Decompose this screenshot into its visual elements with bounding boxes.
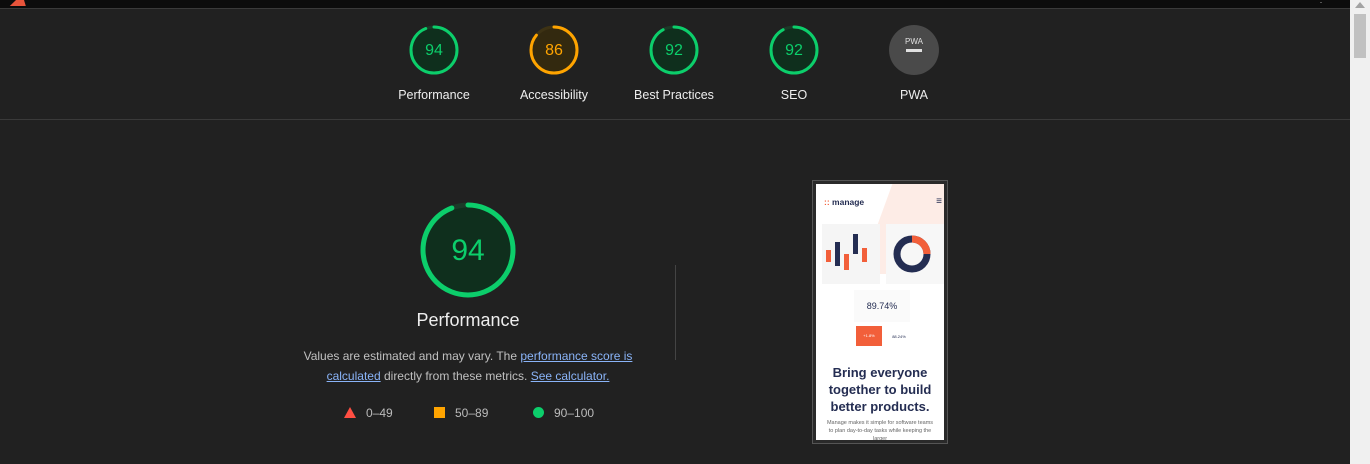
- legend-label: 50–89: [455, 406, 489, 420]
- gauge-ring: 92: [649, 25, 699, 75]
- gauge-ring: 94: [409, 25, 459, 75]
- square-icon: [434, 407, 445, 418]
- triangle-icon: [344, 407, 356, 418]
- gauge-score: 92: [785, 42, 803, 59]
- category-gauges: 94 Performance 86 Accessibility 92 Best …: [0, 9, 1350, 120]
- big-gauge-score: 94: [451, 234, 484, 267]
- gauge-label: PWA: [899, 88, 928, 102]
- big-gauge: 94: [420, 202, 516, 298]
- desc-text: Values are estimated and may vary. The: [303, 349, 521, 363]
- legend-fail: 0–49: [344, 406, 393, 420]
- scroll-up-icon[interactable]: [1355, 2, 1365, 8]
- hero-headline: Bring everyone together to build better …: [828, 365, 932, 414]
- gauge-accessibility[interactable]: 86 Accessibility: [494, 24, 614, 102]
- performance-summary: 94 Performance: [300, 200, 636, 331]
- stat-badge: +1.8%: [856, 326, 882, 346]
- pwa-badge-text: PWA: [905, 37, 924, 46]
- gauge-pwa[interactable]: PWA PWA: [854, 24, 974, 102]
- scrollbar-thumb[interactable]: [1354, 14, 1366, 58]
- see-calculator-link[interactable]: See calculator.: [531, 369, 610, 383]
- gauge-label: Accessibility: [519, 88, 589, 102]
- scrollbar[interactable]: [1350, 0, 1370, 464]
- hero-subtext: Manage makes it simple for software team…: [826, 420, 934, 440]
- lighthouse-logo-icon: [9, 0, 31, 6]
- mini-bar-chart-icon: [826, 234, 867, 270]
- performance-description: Values are estimated and may vary. The p…: [300, 346, 636, 386]
- performance-title: Performance: [416, 310, 520, 330]
- stat-card: 89.74%: [854, 290, 910, 322]
- gauge-label: Best Practices: [634, 88, 714, 102]
- desc-text: directly from these metrics.: [380, 369, 531, 383]
- donut-card: [886, 224, 944, 284]
- gauge-label: SEO: [780, 88, 808, 102]
- circle-icon: [533, 407, 544, 418]
- gauge-score: 94: [425, 42, 443, 59]
- gauge-label: Performance: [398, 88, 470, 102]
- donut-chart-icon: [893, 235, 931, 273]
- stat-badge: 88.24%: [892, 334, 906, 339]
- gauge-performance[interactable]: 94 Performance: [374, 24, 494, 102]
- gauge-score: 86: [545, 42, 563, 59]
- legend-label: 90–100: [554, 406, 595, 420]
- brand-logo: :: manage: [824, 197, 865, 207]
- pwa-badge-icon: PWA: [889, 25, 939, 75]
- divider: [675, 265, 676, 360]
- legend-pass: 90–100: [533, 406, 594, 420]
- top-toolbar: ⋮: [0, 0, 1350, 9]
- bar-chart-card: [822, 224, 880, 284]
- tools-menu-icon[interactable]: ⋮: [1316, 0, 1326, 5]
- gauge-seo[interactable]: 92 SEO: [734, 24, 854, 102]
- screenshot-viewport: :: manage ≡ 89.74% +1.8% 88.24% Bring ev…: [816, 184, 944, 440]
- gauge-ring: 86: [529, 25, 579, 75]
- legend-average: 50–89: [434, 406, 488, 420]
- gauge-score: 92: [665, 42, 683, 59]
- gauge-best-practices[interactable]: 92 Best Practices: [614, 24, 734, 102]
- hamburger-icon: ≡: [936, 196, 942, 207]
- final-screenshot[interactable]: :: manage ≡ 89.74% +1.8% 88.24% Bring ev…: [812, 180, 948, 444]
- legend-label: 0–49: [366, 406, 393, 420]
- gauge-ring: 92: [769, 25, 819, 75]
